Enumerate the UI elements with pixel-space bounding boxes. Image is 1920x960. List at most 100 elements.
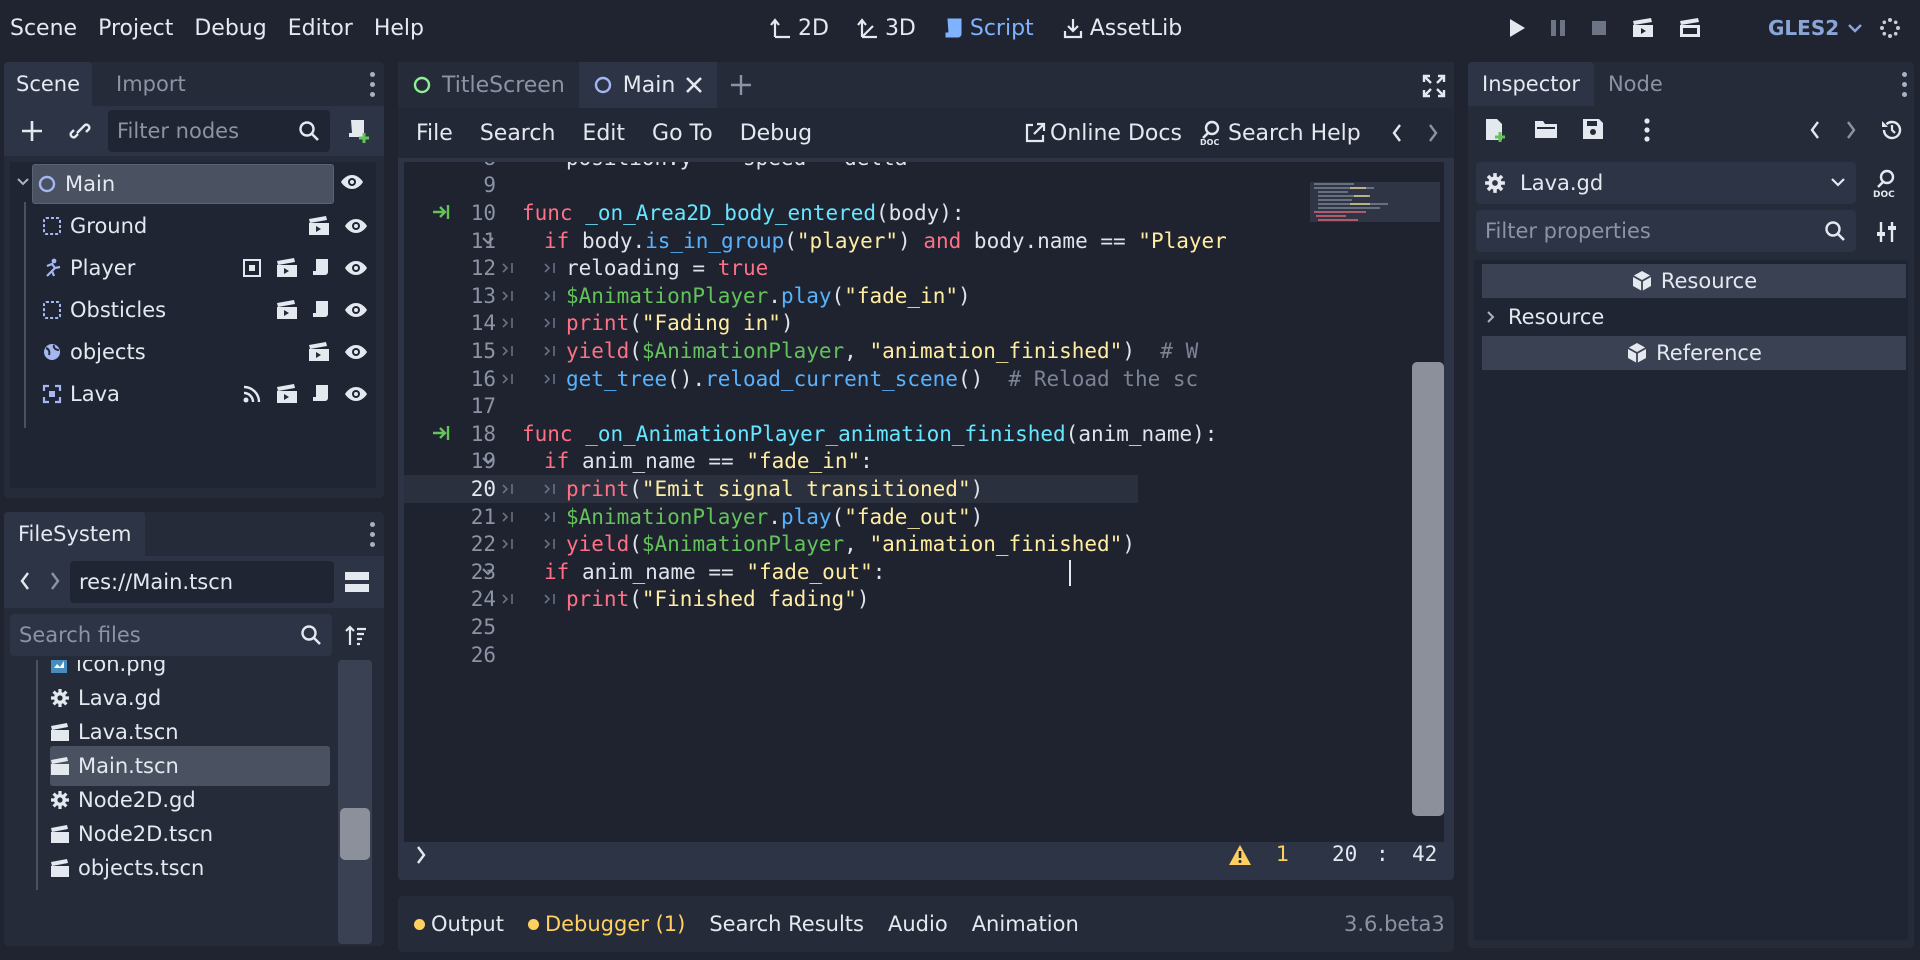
play-scene-icon[interactable] <box>1631 17 1655 39</box>
search-help-button[interactable]: DOC Search Help <box>1200 108 1361 158</box>
scene-dock-menu-icon[interactable] <box>370 72 376 97</box>
tab-inspector[interactable]: Inspector <box>1468 62 1594 106</box>
open-folder-icon[interactable] <box>1534 118 1558 140</box>
path-field[interactable]: res://Main.tscn <box>70 561 334 603</box>
collapse-arrow-icon[interactable] <box>16 176 30 188</box>
script-icon[interactable] <box>312 384 330 404</box>
code-line[interactable]: 8 position.y -= speed * delta <box>404 162 1444 172</box>
tab-import[interactable]: Import <box>92 62 198 106</box>
code-line[interactable]: 20 print("Emit signal transitioned") <box>404 475 1138 503</box>
forward-arrow-icon[interactable] <box>48 570 62 592</box>
script-menu-debug[interactable]: Debug <box>740 121 812 146</box>
visibility-eye-icon[interactable] <box>340 172 364 192</box>
new-resource-icon[interactable] <box>1484 118 1506 142</box>
tab-search-results[interactable]: Search Results <box>709 912 864 936</box>
pause-icon[interactable] <box>1549 18 1567 38</box>
fold-arrow-icon[interactable] <box>482 236 494 246</box>
code-vertical-scroll-thumb[interactable] <box>1412 362 1444 816</box>
online-docs-button[interactable]: Online Docs <box>1024 108 1182 158</box>
menu-project[interactable]: Project <box>98 16 173 41</box>
mode-3d-button[interactable]: 3D <box>857 16 916 41</box>
code-line[interactable]: 9 <box>404 172 1444 200</box>
add-node-icon[interactable] <box>20 119 44 143</box>
section-reference-header[interactable]: Reference <box>1482 336 1906 370</box>
code-line[interactable]: 15 yield($AnimationPlayer, "animation_fin… <box>404 337 1444 365</box>
visibility-eye-icon[interactable] <box>344 342 368 362</box>
code-area[interactable]: 8 position.y -= speed * delta 910 func _on_… <box>404 162 1444 842</box>
visibility-eye-icon[interactable] <box>344 384 368 404</box>
tab-titlescreen[interactable]: TitleScreen <box>398 62 579 108</box>
tab-main[interactable]: Main <box>578 62 718 108</box>
code-line[interactable]: 18 func _on_AnimationPlayer_animation_fin… <box>404 420 1444 448</box>
tree-node-ground[interactable]: Ground <box>42 206 376 246</box>
save-icon[interactable] <box>1582 118 1604 140</box>
tab-audio[interactable]: Audio <box>888 912 948 936</box>
history-back-icon[interactable] <box>1808 119 1822 141</box>
history-forward-icon[interactable] <box>1844 119 1858 141</box>
instanced-scene-icon[interactable] <box>308 216 330 236</box>
tree-node-main[interactable]: Main <box>32 164 334 204</box>
fold-arrow-icon[interactable] <box>482 567 494 577</box>
sort-icon[interactable] <box>344 624 368 648</box>
play-icon[interactable] <box>1508 18 1526 38</box>
file-item-objects-tscn[interactable]: objects.tscn <box>50 848 330 888</box>
instance-link-icon[interactable] <box>68 120 92 142</box>
doc-help-icon[interactable]: DOC <box>1872 168 1900 198</box>
attach-script-icon[interactable] <box>346 118 372 144</box>
tab-debugger[interactable]: Debugger (1) <box>527 912 685 936</box>
renderer-selector[interactable]: GLES2 <box>1768 0 1901 56</box>
tree-node-player[interactable]: Player <box>42 248 376 288</box>
tree-node-objects[interactable]: objects <box>42 332 376 372</box>
instanced-scene-icon[interactable] <box>276 384 298 404</box>
split-view-icon[interactable] <box>344 570 370 594</box>
new-tab-plus-icon[interactable] <box>729 62 753 108</box>
tab-filesystem[interactable]: FileSystem <box>4 512 146 556</box>
tab-scene[interactable]: Scene <box>4 62 93 106</box>
close-icon[interactable] <box>685 76 703 94</box>
code-line[interactable]: 11 if body.is_in_group("player") and body… <box>404 227 1444 255</box>
camera-target-icon[interactable] <box>242 258 262 278</box>
script-menu-goto[interactable]: Go To <box>652 121 713 146</box>
code-minimap[interactable] <box>1310 168 1440 238</box>
code-line[interactable]: 23 if anim_name == "fade_out": <box>404 558 1444 586</box>
tab-node[interactable]: Node <box>1594 62 1677 106</box>
warning-count[interactable]: 1 <box>1276 842 1289 866</box>
more-vertical-icon[interactable] <box>1644 118 1650 142</box>
code-vertical-scrollbar[interactable] <box>1410 362 1444 816</box>
file-list-scrollbar[interactable] <box>338 660 372 944</box>
code-line[interactable]: 12 reloading = true <box>404 254 1444 282</box>
menu-help[interactable]: Help <box>374 16 424 41</box>
resource-path-selector[interactable]: Lava.gd <box>1476 162 1856 204</box>
code-line[interactable]: 19 if anim_name == "fade_in": <box>404 448 1444 476</box>
tab-output[interactable]: Output <box>414 912 504 936</box>
script-icon[interactable] <box>312 300 330 320</box>
visibility-eye-icon[interactable] <box>344 300 368 320</box>
history-clock-icon[interactable] <box>1880 118 1904 142</box>
fullscreen-icon[interactable] <box>1422 74 1446 98</box>
code-line[interactable]: 25 <box>404 613 1444 641</box>
instanced-scene-icon[interactable] <box>276 300 298 320</box>
visibility-eye-icon[interactable] <box>344 258 368 278</box>
tree-node-lava[interactable]: Lava <box>42 374 376 414</box>
menu-scene[interactable]: Scene <box>10 16 77 41</box>
history-forward-icon[interactable] <box>1426 122 1440 144</box>
menu-debug[interactable]: Debug <box>194 16 266 41</box>
play-custom-scene-icon[interactable] <box>1678 17 1702 39</box>
instanced-scene-icon[interactable] <box>276 258 298 278</box>
code-line[interactable]: 16 get_tree().reload_current_scene() # Re… <box>404 365 1444 393</box>
code-line[interactable]: 21 $AnimationPlayer.play("fade_out") <box>404 503 1444 531</box>
stop-icon[interactable] <box>1590 18 1608 38</box>
code-line[interactable]: 14 print("Fading in") <box>404 310 1444 338</box>
fold-arrow-icon[interactable] <box>482 456 494 466</box>
script-menu-edit[interactable]: Edit <box>582 121 625 146</box>
history-back-icon[interactable] <box>1390 122 1404 144</box>
script-icon[interactable] <box>312 258 330 278</box>
subsection-resource[interactable]: Resource <box>1482 300 1906 334</box>
filter-nodes-input[interactable]: Filter nodes <box>108 110 330 152</box>
section-resource-header[interactable]: Resource <box>1482 264 1906 298</box>
warning-icon[interactable] <box>1228 844 1252 866</box>
code-line[interactable]: 26 <box>404 641 1444 669</box>
signals-icon[interactable] <box>242 384 262 404</box>
mode-script-button[interactable]: Script <box>944 16 1034 41</box>
script-menu-search[interactable]: Search <box>480 121 556 146</box>
